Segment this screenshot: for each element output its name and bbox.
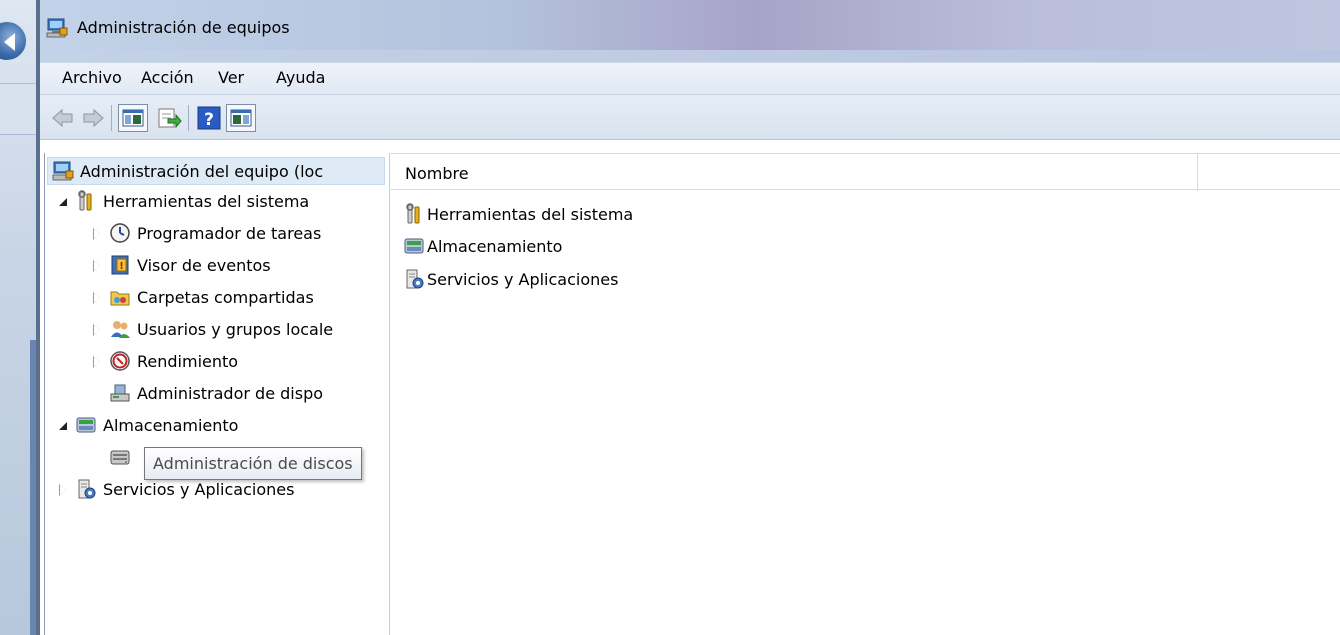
show-hide-action-pane-icon[interactable]	[226, 104, 256, 132]
back-nav-icon[interactable]	[0, 20, 28, 62]
back-arrow-icon[interactable]	[50, 105, 76, 131]
tree-item-label: Programador de tareas	[137, 223, 322, 243]
collapse-arrow-icon[interactable]	[55, 417, 71, 433]
tooltip: Administración de discos	[144, 447, 362, 480]
shared-folder-icon	[110, 291, 130, 306]
toolbar-separator	[188, 105, 189, 131]
storage-icon	[76, 417, 96, 433]
users-icon	[111, 321, 130, 338]
collapse-arrow-icon[interactable]	[55, 193, 71, 209]
window-title: Administración de equipos	[77, 18, 290, 37]
tree-item-local-users[interactable]: Usuarios y grupos locale	[89, 315, 333, 343]
list-item[interactable]: Herramientas del sistema	[403, 200, 633, 228]
tooltip-text: Administración de discos	[153, 454, 353, 473]
storage-icon	[404, 238, 424, 254]
list-item[interactable]: Almacenamiento	[403, 232, 562, 260]
tree-item-task-scheduler[interactable]: Programador de tareas	[89, 219, 321, 247]
tree-item-label: Herramientas del sistema	[103, 191, 310, 211]
tree-item-label: Administrador de dispo	[137, 383, 324, 403]
tools-icon	[78, 190, 92, 211]
expand-arrow-icon[interactable]	[89, 225, 105, 241]
tree-item-system-tools[interactable]: Herramientas del sistema	[55, 187, 309, 215]
menu-ayuda[interactable]: Ayuda	[276, 68, 325, 87]
help-icon[interactable]: ?	[196, 105, 222, 131]
services-icon	[406, 269, 424, 289]
console-tree: Administración del equipo (loc Herramien…	[44, 153, 390, 635]
device-manager-icon	[110, 384, 130, 402]
tree-item-root[interactable]: Administración del equipo (loc	[47, 157, 385, 185]
details-pane: Nombre Herramientas del sistema Almacena…	[391, 153, 1340, 635]
tree-item-label: Rendimiento	[137, 351, 239, 371]
tree-item-performance[interactable]: Rendimiento	[89, 347, 238, 375]
tree-item-label: Servicios y Aplicaciones	[103, 479, 295, 499]
computer-management-icon	[52, 161, 74, 181]
list-item-label: Servicios y Aplicaciones	[427, 269, 619, 289]
computer-management-window: Administración de equipos Archivo Acción…	[40, 0, 1340, 635]
event-viewer-icon: !	[111, 255, 129, 275]
menu-bar: Archivo Acción Ver Ayuda	[40, 62, 1340, 94]
menu-ver[interactable]: Ver	[218, 68, 244, 87]
disk-management-icon	[110, 450, 130, 465]
column-header: Nombre	[391, 153, 1340, 191]
tree-item-label: Almacenamiento	[103, 415, 239, 435]
expand-arrow-icon[interactable]	[89, 257, 105, 273]
expand-arrow-icon[interactable]	[89, 353, 105, 369]
menu-accion[interactable]: Acción	[141, 68, 194, 87]
performance-icon	[110, 351, 130, 371]
list-item[interactable]: Servicios y Aplicaciones	[403, 265, 618, 293]
tree-item-label: Carpetas compartidas	[137, 287, 314, 307]
toolbar-separator	[111, 105, 112, 131]
menu-archivo[interactable]: Archivo	[62, 68, 122, 87]
expand-arrow-icon[interactable]	[55, 481, 71, 497]
computer-management-icon	[46, 18, 68, 38]
list-item-label: Almacenamiento	[427, 236, 563, 256]
tree-item-device-manager[interactable]: Administrador de dispo	[109, 379, 323, 407]
expand-arrow-icon[interactable]	[89, 289, 105, 305]
list-item-label: Herramientas del sistema	[427, 204, 634, 224]
tree-item-shared-folders[interactable]: Carpetas compartidas	[89, 283, 314, 311]
tools-icon	[406, 203, 420, 224]
main-content: Administración del equipo (loc Herramien…	[40, 141, 1340, 635]
title-band	[40, 50, 1340, 62]
tree-item-storage[interactable]: Almacenamiento	[55, 411, 238, 439]
clock-icon	[110, 223, 130, 243]
expand-arrow-icon[interactable]	[89, 321, 105, 337]
desktop-background	[0, 0, 40, 635]
tree-item-event-viewer[interactable]: ! Visor de eventos	[89, 251, 271, 279]
desktop-strip	[0, 83, 40, 135]
forward-arrow-icon[interactable]	[80, 105, 106, 131]
column-header-name[interactable]: Nombre	[405, 164, 469, 183]
tree-item-label: Administración del equipo (loc	[80, 161, 324, 181]
title-bar[interactable]: Administración de equipos	[40, 0, 1340, 50]
export-list-icon[interactable]	[156, 105, 182, 131]
tree-item-label: Usuarios y grupos locale	[137, 319, 334, 339]
svg-text:!: !	[119, 261, 124, 272]
show-hide-console-tree-icon[interactable]	[118, 104, 148, 132]
services-icon	[78, 479, 96, 499]
tree-item-label: Visor de eventos	[137, 255, 271, 275]
column-divider[interactable]	[1197, 154, 1198, 191]
toolbar: ?	[40, 94, 1340, 140]
tree-item-disk-management[interactable]	[109, 443, 137, 471]
svg-text:?: ?	[204, 110, 214, 130]
